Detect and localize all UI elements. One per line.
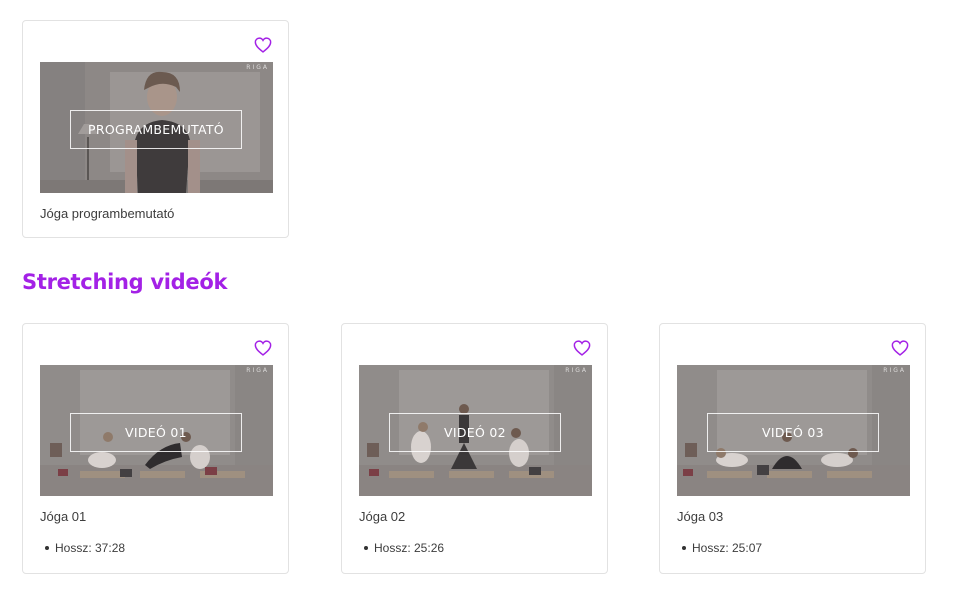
video-thumbnail[interactable]: RIGA VIDEÓ 03 (677, 365, 910, 496)
play-overlay-label[interactable]: PROGRAMBEMUTATÓ (70, 110, 242, 149)
bullet-icon (45, 546, 49, 550)
bullet-icon (364, 546, 368, 550)
heart-icon[interactable] (254, 37, 272, 53)
video-thumbnail[interactable]: RIGA VIDEÓ 01 (40, 365, 273, 496)
video-title[interactable]: Jóga programbemutató (40, 206, 174, 221)
video-card[interactable]: RIGA VIDEÓ 02 Jóga 02 Hossz: 25:26 (341, 323, 608, 574)
video-duration: Hossz: 37:28 (45, 541, 125, 555)
section-heading: Stretching videók (22, 270, 228, 294)
intro-video-card[interactable]: RIGA PROGRAMBEMUTATÓ Jóga programbemutat… (22, 20, 289, 238)
heart-icon[interactable] (891, 340, 909, 356)
duration-text: Hossz: 25:07 (692, 541, 763, 555)
video-card[interactable]: RIGA VIDEÓ 01 Jóga 01 Hossz: 37:28 (22, 323, 289, 574)
brand-watermark: RIGA (246, 64, 269, 71)
heart-icon[interactable] (573, 340, 591, 356)
video-thumbnail[interactable]: RIGA PROGRAMBEMUTATÓ (40, 62, 273, 193)
page: RIGA PROGRAMBEMUTATÓ Jóga programbemutat… (0, 0, 975, 590)
brand-watermark: RIGA (565, 367, 588, 374)
video-duration: Hossz: 25:26 (364, 541, 444, 555)
video-card[interactable]: RIGA VIDEÓ 03 Jóga 03 Hossz: 25:07 (659, 323, 926, 574)
duration-text: Hossz: 25:26 (374, 541, 445, 555)
brand-watermark: RIGA (246, 367, 269, 374)
duration-text: Hossz: 37:28 (55, 541, 126, 555)
play-overlay-label[interactable]: VIDEÓ 03 (707, 413, 879, 452)
video-title[interactable]: Jóga 03 (677, 509, 723, 524)
brand-watermark: RIGA (883, 367, 906, 374)
video-duration: Hossz: 25:07 (682, 541, 762, 555)
play-overlay-label[interactable]: VIDEÓ 01 (70, 413, 242, 452)
bullet-icon (682, 546, 686, 550)
video-title[interactable]: Jóga 02 (359, 509, 405, 524)
play-overlay-label[interactable]: VIDEÓ 02 (389, 413, 561, 452)
heart-icon[interactable] (254, 340, 272, 356)
video-thumbnail[interactable]: RIGA VIDEÓ 02 (359, 365, 592, 496)
video-title[interactable]: Jóga 01 (40, 509, 86, 524)
